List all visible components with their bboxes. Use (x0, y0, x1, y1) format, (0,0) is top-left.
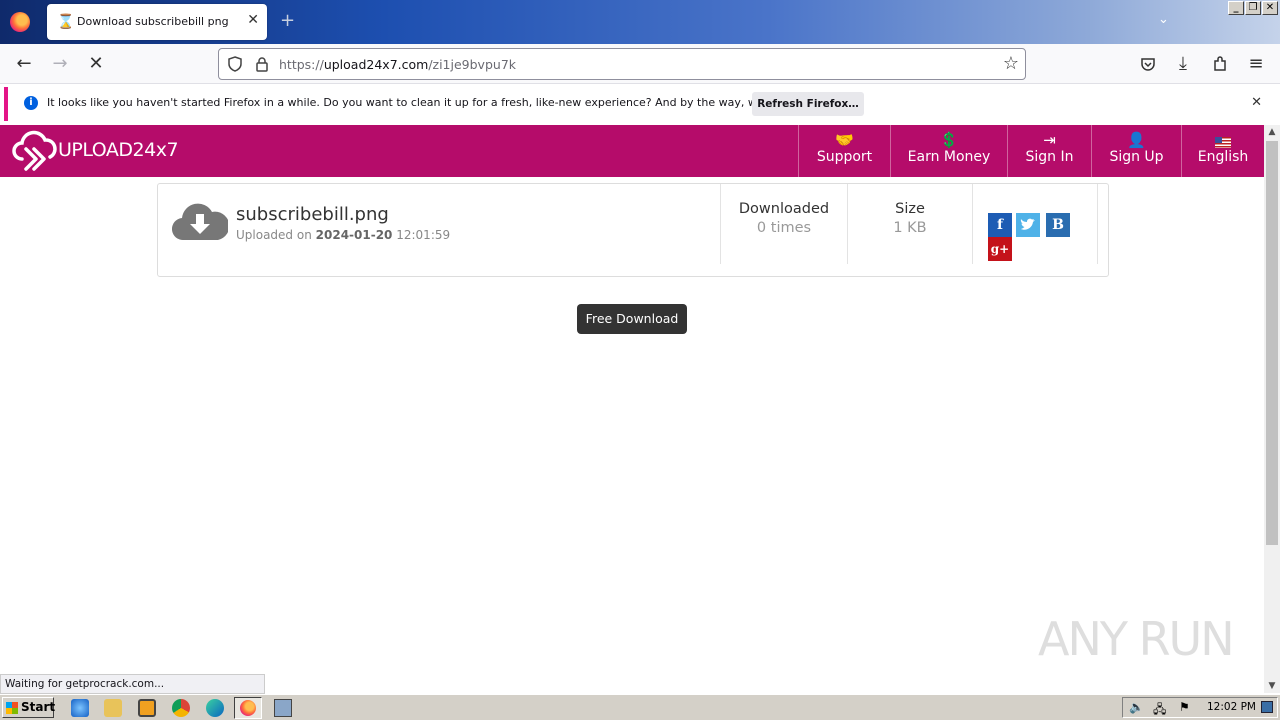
firefox-icon (240, 700, 256, 716)
site-header: UPLOAD24x7 🤝 Support 💲 Earn Money ⇥ Sign… (0, 125, 1264, 177)
anyrun-watermark: ANY RUN (1038, 612, 1235, 666)
windows-logo-icon (6, 702, 18, 714)
forward-arrow-icon[interactable]: → (49, 53, 71, 74)
hamburger-menu-icon[interactable]: ≡ (1245, 53, 1267, 74)
menu-sign-in[interactable]: ⇥ Sign In (1007, 125, 1091, 177)
handshake-icon: 🤝 (835, 131, 854, 149)
share-buttons: f B g+ (972, 184, 1098, 264)
file-name: subscribebill.png (236, 204, 389, 225)
menu-earn-money-label: Earn Money (907, 149, 991, 165)
internet-explorer-icon[interactable] (71, 699, 89, 717)
url-bar[interactable]: https://upload24x7.com/zi1je9bvpu7k ☆ (218, 48, 1026, 80)
info-icon: i (24, 96, 38, 110)
close-window-button[interactable]: ✕ (1262, 1, 1278, 15)
size-label: Size (895, 201, 925, 217)
minimize-button[interactable]: _ (1228, 1, 1244, 15)
edge-icon[interactable] (206, 699, 224, 717)
browser-tab-strip: ⌛ Download subscribebill png ✕ + ⌄ _ ❐ ✕ (0, 0, 1280, 44)
notification-bar: i It looks like you haven't started Fire… (4, 87, 1276, 121)
stop-loading-icon[interactable]: ✕ (85, 53, 107, 74)
hand-money-icon: 💲 (939, 131, 959, 149)
downloads-label: Downloaded (738, 201, 830, 217)
sign-in-icon: ⇥ (1043, 131, 1056, 149)
system-tray: 🔈 🖧 ⚑ 12:02 PM (1122, 697, 1278, 718)
refresh-firefox-button[interactable]: Refresh Firefox… (752, 92, 864, 116)
restore-button[interactable]: ❐ (1245, 1, 1261, 15)
user-plus-icon: 👤 (1127, 131, 1146, 149)
status-bar: Waiting for getprocrack.com... (0, 674, 265, 694)
downloads-value: 0 times (756, 220, 812, 236)
firefox-icon[interactable] (10, 12, 30, 32)
new-tab-icon[interactable]: + (280, 10, 295, 31)
vk-icon[interactable]: B (1046, 213, 1070, 237)
firefox-taskbar-button[interactable] (234, 697, 262, 719)
volume-icon[interactable]: 🔈 (1129, 700, 1144, 714)
start-label: Start (21, 700, 56, 714)
desktop-icon[interactable] (1261, 701, 1273, 713)
cloud-logo-icon[interactable] (12, 129, 58, 173)
download-icon[interactable]: ⤓ (1172, 53, 1194, 74)
extensions-icon[interactable] (1212, 56, 1228, 72)
scroll-down-icon[interactable]: ▼ (1264, 679, 1280, 693)
hourglass-icon: ⌛ (57, 14, 75, 30)
menu-sign-up[interactable]: 👤 Sign Up (1091, 125, 1181, 177)
menu-support-label: Support (816, 149, 873, 165)
scroll-up-icon[interactable]: ▲ (1264, 125, 1280, 139)
free-download-button[interactable]: Free Download (577, 304, 687, 334)
twitter-icon[interactable] (1016, 213, 1040, 237)
close-tab-icon[interactable]: ✕ (247, 12, 259, 28)
cloud-download-icon (172, 203, 228, 241)
site-logo-text[interactable]: UPLOAD24x7 (58, 139, 179, 161)
close-notification-icon[interactable]: ✕ (1251, 95, 1262, 110)
start-button[interactable]: Start (2, 697, 56, 718)
file-info-card: subscribebill.png Uploaded on 2024-01-20… (157, 183, 1109, 277)
chevron-down-icon[interactable]: ⌄ (1158, 12, 1169, 27)
media-player-icon[interactable] (138, 699, 156, 717)
menu-sign-in-label: Sign In (1025, 149, 1074, 165)
facebook-icon[interactable]: f (988, 213, 1012, 237)
menu-language[interactable]: English (1181, 125, 1264, 177)
page-scrollbar[interactable]: ▲ ▼ (1264, 125, 1280, 693)
notification-message: It looks like you haven't started Firefo… (47, 96, 831, 109)
folder-icon[interactable] (104, 699, 122, 717)
downloads-stat: Downloaded 0 times (720, 184, 847, 264)
chrome-icon[interactable] (172, 699, 190, 717)
menu-earn-money[interactable]: 💲 Earn Money (890, 125, 1007, 177)
tab-title: Download subscribebill png (77, 15, 229, 28)
clock: 12:02 PM (1207, 701, 1256, 713)
pocket-icon[interactable] (1140, 56, 1156, 72)
windows-taskbar: Start 🔈 🖧 ⚑ 12:02 PM (0, 694, 1280, 720)
scroll-thumb[interactable] (1266, 141, 1278, 545)
back-arrow-icon[interactable]: ← (13, 53, 35, 74)
url-text: https://upload24x7.com/zi1je9bvpu7k (279, 57, 517, 72)
window-app-icon[interactable] (274, 699, 292, 717)
flag-icon[interactable]: ⚑ (1179, 700, 1190, 714)
size-value: 1 KB (893, 220, 927, 236)
tab-active[interactable]: ⌛ Download subscribebill png ✕ (47, 4, 267, 40)
menu-sign-up-label: Sign Up (1109, 149, 1164, 165)
shield-icon[interactable] (227, 56, 243, 72)
bookmark-star-icon[interactable]: ☆ (1003, 53, 1019, 74)
lock-icon[interactable] (255, 56, 269, 72)
menu-language-label: English (1197, 149, 1249, 165)
network-icon[interactable]: 🖧 (1153, 700, 1166, 721)
navigation-bar: ← → ✕ https://upload24x7.com/zi1je9bvpu7… (0, 44, 1280, 84)
menu-support[interactable]: 🤝 Support (798, 125, 890, 177)
size-stat: Size 1 KB (847, 184, 972, 264)
file-upload-date: Uploaded on 2024-01-20 12:01:59 (236, 228, 451, 242)
google-plus-icon[interactable]: g+ (988, 237, 1012, 261)
